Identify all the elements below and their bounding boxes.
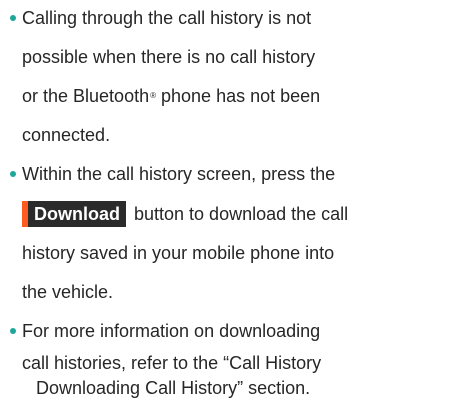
note-2-text-4: the vehicle. <box>22 282 114 302</box>
bullet-icon <box>10 328 16 334</box>
note-1-line-1: Calling through the call history is not <box>22 0 448 36</box>
note-1-text-2: possible when there is no call history <box>22 47 316 67</box>
note-3-text-1: For more information on downloading <box>22 321 321 341</box>
note-2-text-1: Within the call history screen, press th… <box>22 164 336 184</box>
note-1-text-3b: phone has not been <box>161 86 321 106</box>
bullet-icon <box>10 15 16 21</box>
note-1-line-4: connected. <box>22 117 110 153</box>
note-1-text-1: Calling through the call history is not <box>22 8 312 28</box>
note-1-line-3: or the Bluetooth ® phone has not been <box>22 78 448 114</box>
download-button[interactable]: Download <box>22 201 126 227</box>
registered-mark: ® <box>150 91 156 100</box>
note-1-line-2: possible when there is no call history <box>22 39 448 75</box>
note-3-line-1: For more information on downloading <box>22 313 448 349</box>
note-2-line-2: Download button to download the call <box>22 196 348 232</box>
notes-list: Calling through the call history is not … <box>0 0 459 401</box>
note-1-text-3a: or the Bluetooth <box>22 86 150 106</box>
note-2-text-2: button to download the call <box>134 204 349 224</box>
bullet-icon <box>10 171 16 177</box>
note-2-line-1: Within the call history screen, press th… <box>22 156 448 192</box>
note-2-line-3: history saved in your mobile phone into <box>22 235 448 271</box>
note-2-line-4: the vehicle. <box>22 274 113 310</box>
note-1-text-4: connected. <box>22 125 111 145</box>
note-2-text-3: history saved in your mobile phone into <box>22 243 335 263</box>
